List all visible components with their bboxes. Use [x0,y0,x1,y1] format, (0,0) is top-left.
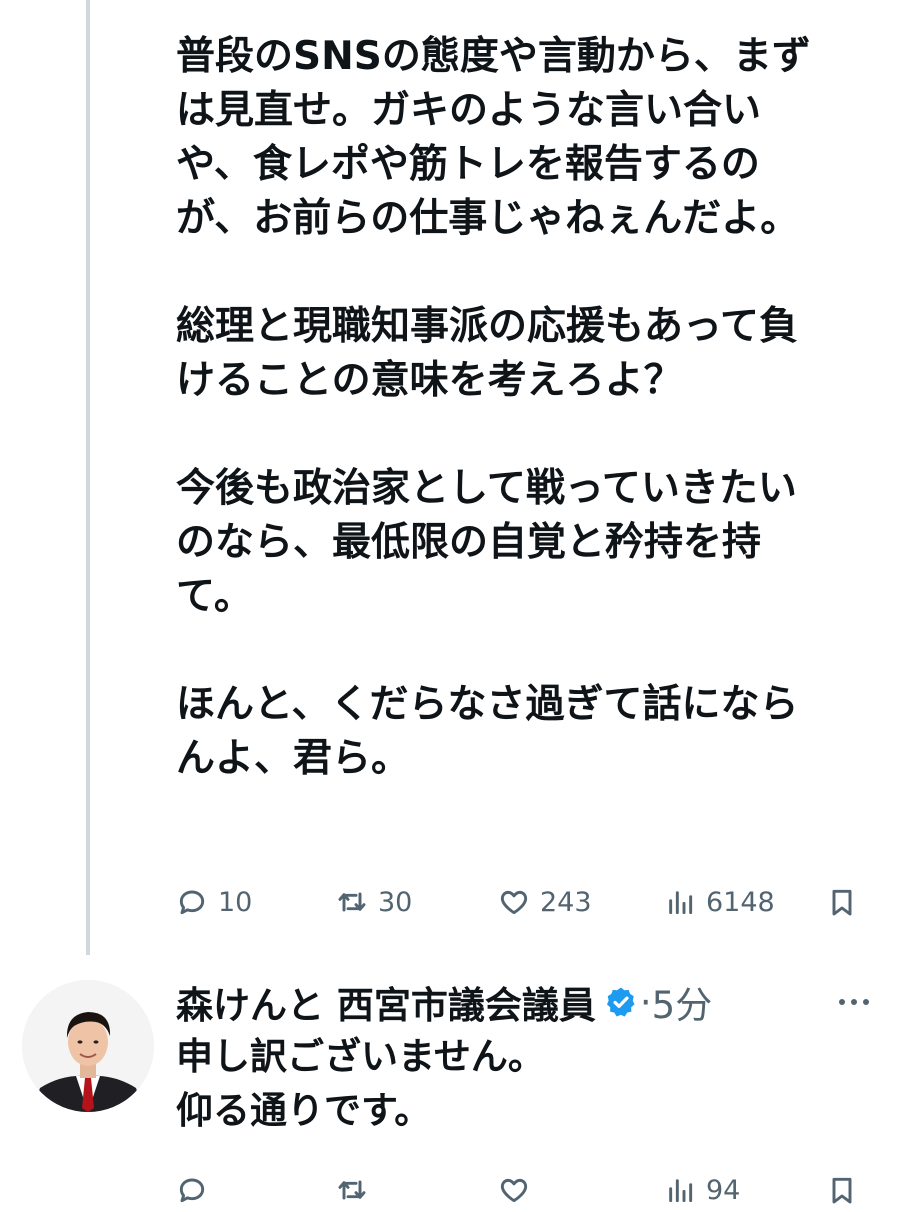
like-button[interactable]: 243 [498,880,592,924]
bar-chart-icon [669,1179,693,1203]
like-button[interactable] [498,1168,540,1212]
reply-header: 森けんと 西宮市議会議員 · 5分 [176,975,876,1029]
author-name[interactable]: 森けんと 西宮市議会議員 [176,975,596,1029]
view-count: 94 [706,1174,741,1206]
separator-dot: · [639,980,652,1024]
view-count: 6148 [706,886,775,918]
speech-bubble-icon [179,1178,205,1203]
tweet-action-bar: 10 30 243 6148 [176,880,876,924]
speech-bubble-icon [179,890,205,915]
bookmark-button[interactable] [826,880,858,924]
heart-icon [500,890,528,915]
verified-badge-icon [606,987,635,1017]
retweet-button[interactable]: 30 [336,880,412,924]
like-count: 243 [540,886,592,918]
more-dots-icon[interactable] [834,987,874,1017]
retweet-button[interactable] [336,1168,378,1212]
views-button[interactable]: 6148 [664,880,775,924]
reply-text: 申し訳ございません。 仰る通りです。 [176,1035,545,1132]
views-button[interactable]: 94 [664,1168,740,1212]
bookmark-icon [832,1177,852,1204]
reply-button[interactable] [176,1168,218,1212]
bookmark-icon [832,889,852,916]
profile-photo [22,980,154,1112]
retweet-arrows-icon [338,1180,366,1200]
avatar[interactable] [22,980,154,1112]
thread-connector-line [86,0,90,955]
reply-count: 10 [218,886,253,918]
retweet-arrows-icon [338,892,366,912]
retweet-count: 30 [378,886,413,918]
bar-chart-icon [669,891,693,915]
reply-action-bar: 94 [176,1168,876,1212]
tweet-text: 普段のSNSの態度や言動から、まず は見直せ。ガキのような言い合い や、食レポや… [176,34,811,781]
reply-button[interactable]: 10 [176,880,252,924]
timestamp[interactable]: 5分 [652,975,713,1029]
bookmark-button[interactable] [826,1168,858,1212]
heart-icon [500,1178,528,1203]
